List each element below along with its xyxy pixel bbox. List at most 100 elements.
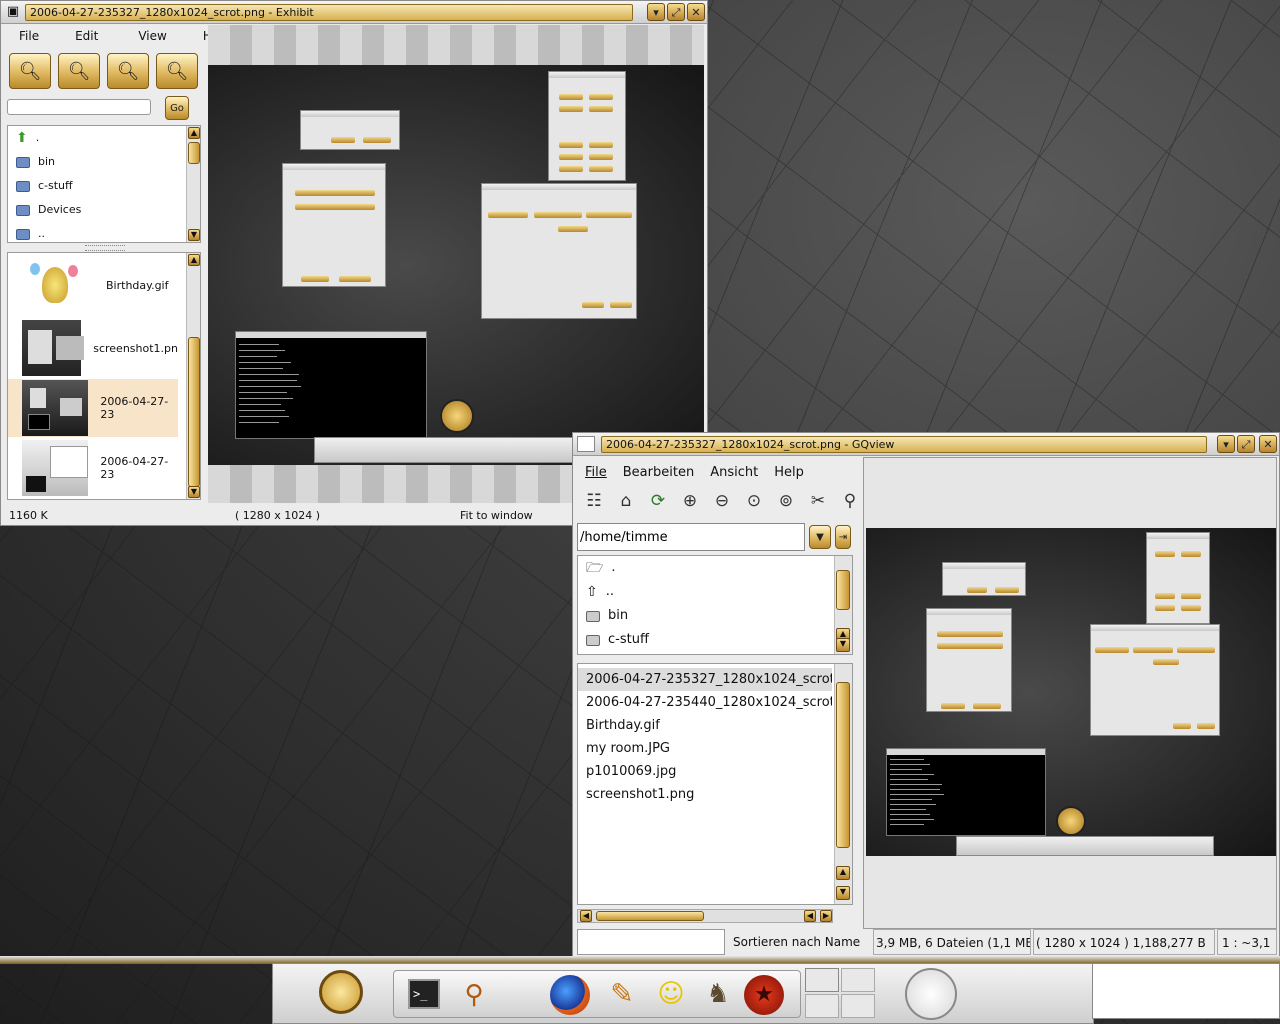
menu-file[interactable]: File [7,29,51,43]
path-input[interactable] [7,99,151,115]
pager-desktop-3[interactable] [805,994,839,1018]
zoom-1to1-icon[interactable]: ⊚ [773,491,799,517]
thumb-label: 2006-04-27-23 [100,395,169,421]
file-row[interactable]: 2006-04-27-235327_1280x1024_scrot.png [578,668,832,691]
editor-icon[interactable]: ✎ [604,975,640,1013]
firefox-icon[interactable] [550,975,590,1015]
window-menu-icon[interactable] [577,436,595,452]
dir-row-parent[interactable]: ⬆ . [8,126,200,150]
zoom-out-button[interactable]: 🔍︎ [58,53,100,89]
image-preview[interactable] [863,457,1277,929]
go-button[interactable]: Go [165,96,189,120]
folder-icon [16,204,30,216]
minimize-button[interactable]: ▾ [647,3,665,21]
menu-edit[interactable]: Edit [51,29,110,43]
exhibit-titlebar[interactable]: ▣ 2006-04-27-235327_1280x1024_scrot.png … [1,1,707,24]
menu-ansicht[interactable]: Ansicht [702,465,766,480]
scroll-right-arrow[interactable]: ▶ [820,910,832,922]
close-button[interactable]: ✕ [687,3,705,21]
dir-row-devices[interactable]: Devices [8,198,200,222]
window-menu-icon[interactable]: ▣ [5,4,21,20]
path-go-button[interactable]: ⇥ [835,525,851,549]
thumb-row-screenshot1[interactable]: screenshot1.pn [8,319,178,377]
scroll-left-arrow[interactable]: ◀ [580,910,592,922]
thumb-scrollbar[interactable]: ▲ ▼ [186,253,200,499]
file-row[interactable]: my room.JPG [578,737,832,760]
dir-row-c-stuff[interactable]: c-stuff [8,174,200,198]
minimize-button[interactable]: ▾ [1217,435,1235,453]
zoom-fit-icon[interactable]: ⊙ [741,491,767,517]
terminal-icon[interactable]: >_ [408,979,440,1009]
up-arrow-icon: ⇧ [586,584,598,600]
scroll-thumb[interactable] [836,570,850,610]
settings-icon[interactable]: ✂ [805,491,831,517]
file-label: 2006-04-27-235440_1280x1024_scrot.png [586,695,832,710]
zoom-1to1-button[interactable]: 🔍︎ [156,53,198,89]
pager-desktop-1[interactable] [805,968,839,992]
main-menu-clock-icon[interactable] [319,970,363,1014]
scroll-thumb[interactable] [188,142,200,164]
menu-help[interactable]: Help [766,465,812,480]
home-icon[interactable]: ⌂ [613,491,639,517]
thumbnails-icon[interactable]: ☷ [581,491,607,517]
pager-desktop-4[interactable] [841,994,875,1018]
up-arrow-icon: ⬆ [16,130,28,146]
dir-row-c-stuff[interactable]: c-stuff [578,628,852,652]
file-row[interactable]: Birthday.gif [578,714,832,737]
file-hscrollbar[interactable]: ◀ ◀ ▶ [577,909,833,923]
zoom-in-button[interactable]: 🔍︎ [9,53,51,89]
maximize-button[interactable]: ⤢ [1237,435,1255,453]
close-button[interactable]: ✕ [1259,435,1277,453]
dir-label: bin [608,608,629,623]
launcher-group: >_ ⚲ ✎ ☺ ♞ ★ [393,970,801,1018]
dir-row-bin[interactable]: bin [578,604,852,628]
image-viewer-icon[interactable]: ⚲ [456,977,492,1013]
menu-file[interactable]: File [577,465,615,480]
scroll-up-arrow[interactable]: ▲ [836,866,850,880]
thumb-row-birthday[interactable]: Birthday.gif [8,255,178,315]
pin-icon[interactable]: ⚲ [837,491,863,517]
scroll-down-arrow[interactable]: ▼ [188,486,200,498]
hscroll-thumb[interactable] [596,911,704,921]
menu-view[interactable]: View [110,29,178,43]
gimp-icon[interactable]: ♞ [696,975,740,1013]
scroll-thumb[interactable] [188,337,200,487]
menu-bearbeiten[interactable]: Bearbeiten [615,465,702,480]
scroll-right-arrow[interactable]: ◀ [804,910,816,922]
window-title: 2006-04-27-235327_1280x1024_scrot.png - … [25,4,633,21]
dir-row-parent[interactable]: ⇧ .. [578,580,852,604]
status-input-field[interactable] [577,929,725,955]
scroll-up-arrow[interactable]: ▲ [188,254,200,266]
scroll-down-arrow[interactable]: ▼ [836,638,850,652]
zoom-in-icon[interactable]: ⊕ [677,491,703,517]
scroll-down-arrow[interactable]: ▼ [188,229,200,241]
zoom-out-icon[interactable]: ⊖ [709,491,735,517]
dir-label: . [611,560,616,575]
dir-scrollbar[interactable]: ▲ ▼ [834,556,852,654]
file-row[interactable]: screenshot1.png [578,783,832,806]
refresh-icon[interactable]: ⟳ [645,491,671,517]
zoom-fit-button[interactable]: 🔍︎ [107,53,149,89]
scroll-thumb[interactable] [836,682,850,848]
file-row[interactable]: 2006-04-27-235440_1280x1024_scrot.png [578,691,832,714]
scroll-down-arrow[interactable]: ▼ [836,886,850,900]
dir-scrollbar[interactable]: ▲ ▼ [186,126,200,242]
dir-row-bin[interactable]: bin [8,150,200,174]
star-app-icon[interactable]: ★ [744,975,784,1015]
status-sort[interactable]: Sortieren nach Name [733,935,860,949]
maximize-button[interactable]: ⤢ [667,3,685,21]
scroll-up-arrow[interactable]: ▲ [188,127,200,139]
dir-row-current[interactable]: 🗁 . [578,556,852,580]
gqview-titlebar[interactable]: 2006-04-27-235327_1280x1024_scrot.png - … [573,433,1279,456]
dir-row-more[interactable]: .. [8,222,200,242]
messenger-icon[interactable]: ☺ [656,975,686,1013]
path-input[interactable] [577,523,805,551]
file-scrollbar[interactable]: ▲ ▼ [834,664,852,904]
pager-desktop-2[interactable] [841,968,875,992]
pane-resize-handle[interactable] [85,245,125,251]
bottom-panel: >_ ⚲ ✎ ☺ ♞ ★ [272,963,1094,1024]
file-row[interactable]: p1010069.jpg [578,760,832,783]
thumb-row-selected[interactable]: 2006-04-27-23 [8,379,178,437]
thumb-row-screenshot3[interactable]: 2006-04-27-23 [8,439,178,497]
path-history-dropdown[interactable]: ▼ [809,525,831,549]
